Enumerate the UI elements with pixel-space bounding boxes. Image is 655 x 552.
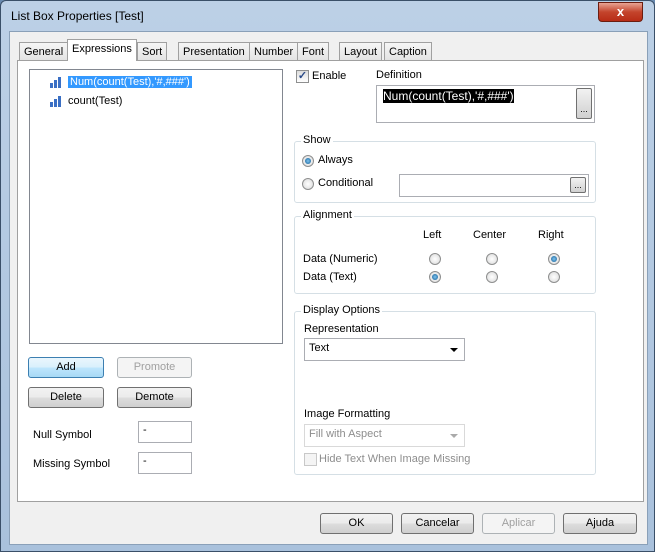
missing-symbol-label: Missing Symbol <box>33 458 111 470</box>
null-symbol-input[interactable]: - <box>138 421 192 443</box>
text-right-radio[interactable] <box>548 271 560 283</box>
add-button[interactable]: Add <box>28 357 104 378</box>
numeric-align-label: Data (Numeric) <box>303 253 378 265</box>
window-title: List Box Properties [Test] <box>11 9 144 23</box>
conditional-input[interactable] <box>399 174 589 197</box>
text-align-label: Data (Text) <box>303 271 357 283</box>
cancel-button[interactable]: Cancelar <box>401 513 474 534</box>
close-button[interactable]: x <box>598 2 643 22</box>
hide-text-label: Hide Text When Image Missing <box>319 453 471 465</box>
numeric-center-radio[interactable] <box>486 253 498 265</box>
conditional-radio[interactable] <box>302 178 314 190</box>
always-label: Always <box>318 154 353 166</box>
text-left-radio[interactable] <box>429 271 441 283</box>
delete-button[interactable]: Delete <box>28 387 104 408</box>
display-options-caption: Display Options <box>301 304 383 316</box>
definition-ellipsis-button[interactable]: ... <box>576 88 592 119</box>
tab-layout[interactable]: Layout <box>339 42 383 60</box>
chevron-down-icon <box>450 434 458 438</box>
hide-text-checkbox[interactable] <box>304 453 317 466</box>
tab-presentation[interactable]: Presentation <box>178 42 250 60</box>
numeric-right-radio[interactable] <box>548 253 560 265</box>
enable-checkbox[interactable]: ✓ <box>296 70 309 83</box>
apply-button[interactable]: Aplicar <box>482 513 555 534</box>
numeric-left-radio[interactable] <box>429 253 441 265</box>
chevron-down-icon <box>450 348 458 352</box>
list-item[interactable]: Num(count(Test),'#,###') <box>48 74 194 90</box>
align-right-header: Right <box>538 229 564 241</box>
align-left-header: Left <box>423 229 442 241</box>
image-formatting-select[interactable]: Fill with Aspect <box>304 424 465 447</box>
tab-general[interactable]: General <box>19 42 69 60</box>
tab-number[interactable]: Number <box>249 42 299 60</box>
representation-select[interactable]: Text <box>304 338 465 361</box>
help-button[interactable]: Ajuda <box>563 513 637 534</box>
promote-button[interactable]: Promote <box>117 357 192 378</box>
missing-symbol-input[interactable]: - <box>138 452 192 474</box>
bar-chart-icon <box>50 77 64 88</box>
tab-caption[interactable]: Caption <box>384 42 432 60</box>
ok-button[interactable]: OK <box>320 513 393 534</box>
null-symbol-label: Null Symbol <box>33 429 92 441</box>
representation-label: Representation <box>304 323 379 335</box>
conditional-label: Conditional <box>318 177 374 189</box>
dialog-window: List Box Properties [Test] x General Exp… <box>0 0 655 552</box>
demote-button[interactable]: Demote <box>117 387 192 408</box>
expression-list[interactable]: Num(count(Test),'#,###') count(Test) <box>29 69 283 344</box>
tab-expressions[interactable]: Expressions <box>67 39 137 61</box>
tab-sort[interactable]: Sort <box>137 42 168 60</box>
always-radio[interactable] <box>302 155 314 167</box>
tab-font[interactable]: Font <box>297 42 330 60</box>
show-caption: Show <box>301 134 333 146</box>
conditional-ellipsis-button[interactable]: ... <box>570 177 586 193</box>
list-item-label: Num(count(Test),'#,###') <box>68 76 192 88</box>
definition-label: Definition <box>376 69 422 81</box>
enable-label: Enable <box>312 70 347 82</box>
image-formatting-label: Image Formatting <box>304 408 391 420</box>
align-center-header: Center <box>473 229 507 241</box>
list-item[interactable]: count(Test) <box>48 93 124 109</box>
text-center-radio[interactable] <box>486 271 498 283</box>
representation-value: Text <box>309 342 330 354</box>
list-item-label: count(Test) <box>68 95 123 107</box>
definition-input[interactable]: Num(count(Test),'#,###') <box>376 85 595 123</box>
display-options-group: Display Options <box>294 304 596 475</box>
bar-chart-icon <box>50 96 64 107</box>
alignment-caption: Alignment <box>301 209 354 221</box>
definition-value: Num(count(Test),'#,###') <box>383 89 514 103</box>
image-formatting-value: Fill with Aspect <box>309 428 382 440</box>
